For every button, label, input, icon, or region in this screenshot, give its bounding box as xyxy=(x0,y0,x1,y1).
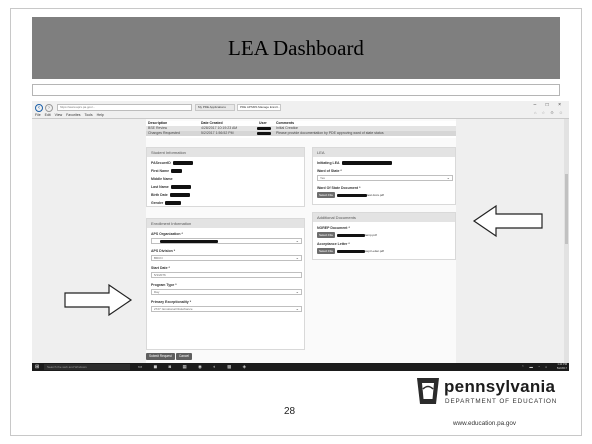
browser-menu-bar: File Edit View Favorites Tools Help xyxy=(35,113,107,117)
menu-help[interactable]: Help xyxy=(97,113,104,117)
student-info-panel: Student Information PASecureID First Nam… xyxy=(146,147,305,207)
row-comment: Please provide documentation by PDE appr… xyxy=(276,131,384,135)
menu-file[interactable]: File xyxy=(35,113,41,117)
row-date: 5/2/2017 1:56:52 PM xyxy=(201,131,234,135)
norep-filename: temp.pdf xyxy=(337,233,377,237)
aps-division-label: APS Division * xyxy=(151,249,176,253)
ward-doc-filename: test docs.pdf xyxy=(337,193,384,197)
lea-panel: LEA Initiating LEA Ward of State * Yes ⌄ … xyxy=(312,147,456,205)
menu-tools[interactable]: Tools xyxy=(84,113,92,117)
chevron-down-icon: ⌄ xyxy=(295,306,299,311)
application-page: Description Date Created User Comments B… xyxy=(146,119,456,363)
scrollbar-thumb[interactable] xyxy=(565,174,568,244)
windows-taskbar: ⊞ Search the web and Windows ▭ ◼ ◙ ▦ ◉ ◐… xyxy=(32,363,569,371)
field-first-name: First Name xyxy=(151,169,183,174)
field-birth-date: Birth Date xyxy=(151,193,190,198)
menu-favorites[interactable]: Favorites xyxy=(66,113,80,117)
system-tray-icons[interactable]: ⌃ ▬ ◔ ◖ xyxy=(521,363,549,371)
redacted-user xyxy=(257,132,271,137)
acceptance-select-file-button[interactable]: Select File xyxy=(317,248,336,254)
chevron-down-icon: ⌄ xyxy=(295,255,299,260)
norep-doc-label: NOREP Document * xyxy=(317,226,350,230)
left-arrow-callout-icon xyxy=(472,204,543,238)
chevron-down-icon: ⌄ xyxy=(295,238,299,243)
lea-heading: LEA xyxy=(313,148,455,157)
vertical-scrollbar[interactable] xyxy=(564,119,569,363)
brand-department: DEPARTMENT OF EDUCATION xyxy=(445,398,558,405)
additional-documents-panel: Additional Documents NOREP Document * Se… xyxy=(312,212,456,260)
acceptance-filename: cept Letter.pdf xyxy=(337,249,384,253)
field-pasecureid: PASecureID xyxy=(151,161,193,166)
cancel-button[interactable]: Cancel xyxy=(176,353,192,360)
field-middle-name: Middle Name xyxy=(151,177,173,181)
taskbar-app-icons[interactable]: ▭ ◼ ◙ ▦ ◉ ◐ ▩ ◈ xyxy=(138,363,251,371)
field-gender: Gender xyxy=(151,201,182,206)
browser-tab-applications[interactable]: My PDE Applications xyxy=(195,104,235,111)
page-viewport: Description Date Created User Comments B… xyxy=(32,119,569,363)
ward-doc-select-file-button[interactable]: Select File xyxy=(317,192,336,198)
empty-text-box xyxy=(32,84,560,96)
primary-exceptionality-label: Primary Exceptionality * xyxy=(151,300,192,304)
ward-of-state-label: Ward of State * xyxy=(317,169,342,173)
brand-url: www.education.pa.gov xyxy=(453,420,517,427)
address-bar[interactable]: https://www.aprs.pa.gov/... xyxy=(57,104,192,111)
brand-name: pennsylvania xyxy=(444,377,556,396)
windows-start-icon[interactable]: ⊞ xyxy=(35,364,41,370)
pennsylvania-keystone-logo-icon xyxy=(417,378,439,404)
aps-organization-select[interactable]: ⌄ xyxy=(151,238,302,244)
redacted-organization xyxy=(160,239,218,243)
initiating-lea-field: Initiating LEA xyxy=(317,161,392,166)
browser-tab-enroll[interactable]: PDE APSMS Manage Enroll... xyxy=(237,104,281,111)
aps-organization-label: APS Organization * xyxy=(151,232,183,236)
program-type-select[interactable]: Day ⌄ xyxy=(151,289,302,295)
chevron-down-icon: ⌄ xyxy=(446,175,450,180)
field-last-name: Last Name xyxy=(151,185,191,190)
window-controls[interactable]: – □ × xyxy=(534,102,566,108)
row-description: Changes Requested xyxy=(148,131,180,135)
ward-of-state-select[interactable]: Yes ⌄ xyxy=(317,175,453,181)
slide: LEA Dashboard ‹ › https://www.aprs.pa.go… xyxy=(0,0,592,444)
student-info-heading: Student Information xyxy=(147,148,304,157)
page-number: 28 xyxy=(284,406,296,417)
acceptance-letter-label: Acceptance Letter * xyxy=(317,242,350,246)
enrollment-info-panel: Enrollment Information APS Organization … xyxy=(146,218,305,350)
norep-select-file-button[interactable]: Select File xyxy=(317,232,336,238)
clock-date: 5/2/2017 xyxy=(556,367,567,370)
slide-title: LEA Dashboard xyxy=(228,35,364,60)
browser-chrome: ‹ › https://www.aprs.pa.gov/... My PDE A… xyxy=(32,101,569,119)
additional-documents-heading: Additional Documents xyxy=(313,213,455,222)
start-date-label: Start Date * xyxy=(151,266,170,270)
ward-doc-label: Ward Of State Document * xyxy=(317,186,361,190)
taskbar-clock[interactable]: 1:43 PM 5/2/2017 xyxy=(557,363,567,371)
start-date-input[interactable]: 5/1/2076 xyxy=(151,272,302,278)
taskbar-search-box[interactable]: Search the web and Windows xyxy=(44,364,130,370)
favorites-star-icon[interactable]: ⌂ ☆ ⚙ ☺ xyxy=(534,110,565,115)
chevron-down-icon: ⌄ xyxy=(295,289,299,294)
title-banner: LEA Dashboard xyxy=(32,17,560,79)
enrollment-info-heading: Enrollment Information xyxy=(147,219,304,228)
back-arrow-icon[interactable]: ‹ xyxy=(35,104,43,112)
status-history-table: Description Date Created User Comments B… xyxy=(146,121,456,138)
menu-edit[interactable]: Edit xyxy=(45,113,51,117)
right-arrow-callout-icon xyxy=(64,283,133,317)
menu-view[interactable]: View xyxy=(55,113,63,117)
submit-request-button[interactable]: Submit Request xyxy=(146,353,175,360)
forward-arrow-icon[interactable]: › xyxy=(45,104,53,112)
aps-division-select[interactable]: BDCN ⌄ xyxy=(151,255,302,261)
program-type-label: Program Type * xyxy=(151,283,177,287)
table-row: Changes Requested 5/2/2017 1:56:52 PM Pl… xyxy=(146,131,456,136)
primary-exceptionality-select[interactable]: 2727: Emotional Disturbance ⌄ xyxy=(151,306,302,312)
